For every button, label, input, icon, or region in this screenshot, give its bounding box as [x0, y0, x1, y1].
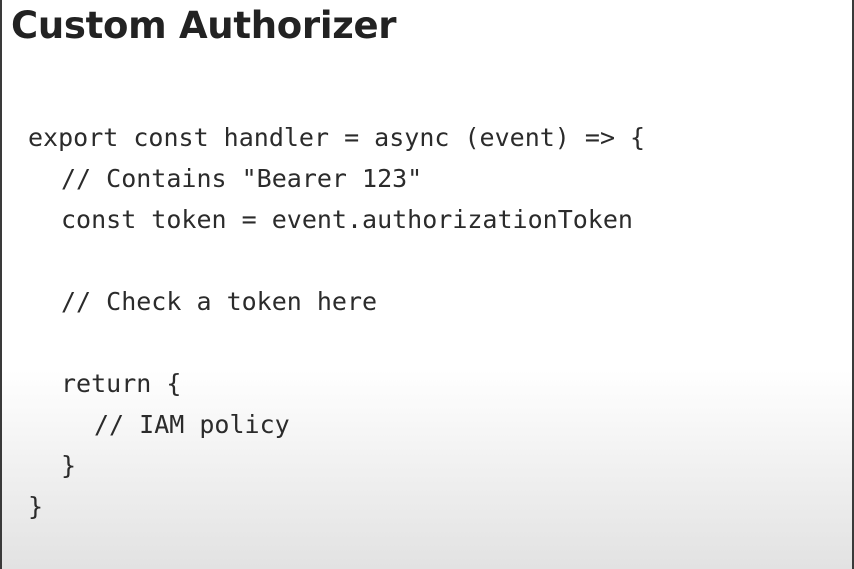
- code-line-return: return {: [61, 369, 182, 398]
- slide: Custom Authorizer export const handler =…: [0, 0, 854, 569]
- code-line-comment-check: // Check a token here: [61, 287, 378, 316]
- slide-title: Custom Authorizer: [11, 4, 397, 47]
- code-line-comment-iam: // IAM policy: [94, 410, 290, 439]
- code-line-const-token: const token = event.authorizationToken: [61, 205, 633, 234]
- code-line-close-handler: }: [28, 492, 44, 521]
- code-line-export-handler: export const handler = async (event) => …: [28, 123, 646, 152]
- code-line-comment-bearer: // Contains "Bearer 123": [61, 164, 423, 193]
- code-line-close-return: }: [61, 451, 77, 480]
- code-block: export const handler = async (event) => …: [28, 117, 645, 527]
